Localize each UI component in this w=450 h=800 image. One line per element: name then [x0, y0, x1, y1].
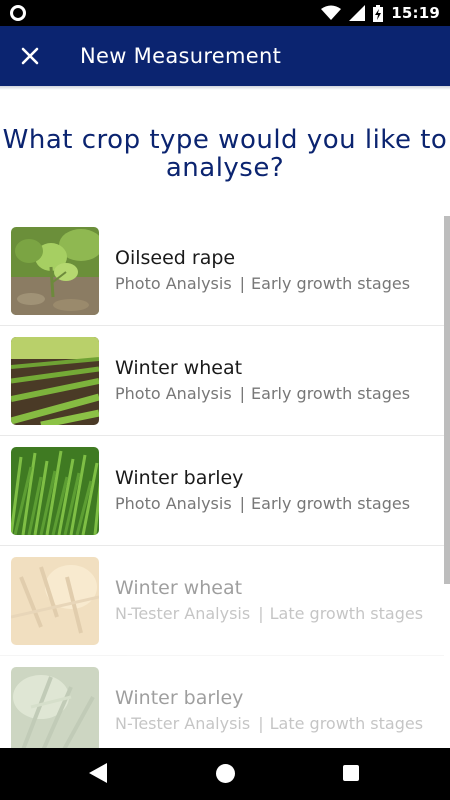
crop-item-title: Winter barley	[115, 467, 244, 489]
question-heading: What crop type would you like to analyse…	[2, 125, 448, 183]
crop-item-winter-wheat-photo[interactable]: Winter wheat Photo Analysis | Early growth…	[0, 326, 444, 436]
crop-item-subtitle: Photo Analysis | Early growth stages	[115, 384, 410, 403]
status-time: 15:19	[391, 4, 440, 22]
home-icon[interactable]	[216, 764, 235, 783]
separator: |	[239, 384, 246, 403]
app-bar: New Measurement	[0, 26, 450, 86]
analysis-type: N-Tester Analysis	[115, 714, 251, 733]
close-icon	[21, 47, 39, 65]
battery-charging-icon	[373, 4, 384, 22]
page-title: New Measurement	[80, 44, 282, 68]
list-scrollbar[interactable]	[444, 216, 450, 584]
growth-stage: Late growth stages	[269, 604, 424, 623]
oilseed-rape-photo	[11, 227, 99, 315]
growth-stage: Early growth stages	[251, 494, 411, 513]
growth-stage: Early growth stages	[251, 274, 411, 293]
separator: |	[239, 494, 246, 513]
growth-stage: Late growth stages	[269, 714, 424, 733]
analysis-type: Photo Analysis	[115, 274, 232, 293]
separator: |	[258, 714, 264, 733]
analysis-type: Photo Analysis	[115, 494, 232, 513]
circle-notification-icon	[10, 5, 26, 21]
separator: |	[258, 604, 264, 623]
crop-item-winter-barley-photo[interactable]: Winter barley Photo Analysis | Early growt…	[0, 436, 444, 546]
crop-item-subtitle: N-Tester Analysis | Late growth stages	[115, 714, 423, 733]
winter-barley-grass-photo	[11, 447, 99, 535]
back-icon[interactable]	[89, 763, 107, 783]
analysis-type: N-Tester Analysis	[115, 604, 251, 623]
analysis-type: Photo Analysis	[115, 384, 232, 403]
winter-wheat-rows-photo	[11, 337, 99, 425]
app-bar-shadow	[0, 86, 450, 90]
crop-item-oilseed-rape[interactable]: Oilseed rape Photo Analysis | Early growth…	[0, 216, 444, 326]
signal-icon	[349, 5, 366, 21]
barley-ears-photo	[11, 667, 99, 748]
crop-item-title: Winter wheat	[115, 357, 243, 379]
wheat-ears-photo	[11, 557, 99, 645]
crop-item-winter-wheat-ntester[interactable]: Winter wheat N-Tester Analysis | Late grow…	[0, 546, 444, 656]
separator: |	[239, 274, 246, 293]
screen: 15:19 New Measurement What crop type wou…	[0, 0, 450, 800]
crop-list: Oilseed rape Photo Analysis | Early growth…	[0, 216, 450, 748]
recents-icon[interactable]	[343, 765, 359, 781]
system-nav-bar	[0, 748, 450, 800]
wifi-icon	[321, 5, 342, 20]
crop-item-title: Winter wheat	[115, 577, 243, 599]
crop-item-title: Winter barley	[115, 687, 244, 709]
crop-item-subtitle: N-Tester Analysis | Late growth stages	[115, 604, 423, 623]
crop-item-subtitle: Photo Analysis | Early growth stages	[115, 274, 410, 293]
status-icons: 15:19	[321, 0, 440, 26]
growth-stage: Early growth stages	[251, 384, 411, 403]
close-button[interactable]	[12, 38, 48, 74]
status-bar: 15:19	[0, 0, 450, 26]
crop-item-winter-barley-ntester[interactable]: Winter barley N-Tester Analysis | Late gro…	[0, 656, 444, 748]
crop-item-title: Oilseed rape	[115, 247, 236, 269]
crop-item-subtitle: Photo Analysis | Early growth stages	[115, 494, 410, 513]
